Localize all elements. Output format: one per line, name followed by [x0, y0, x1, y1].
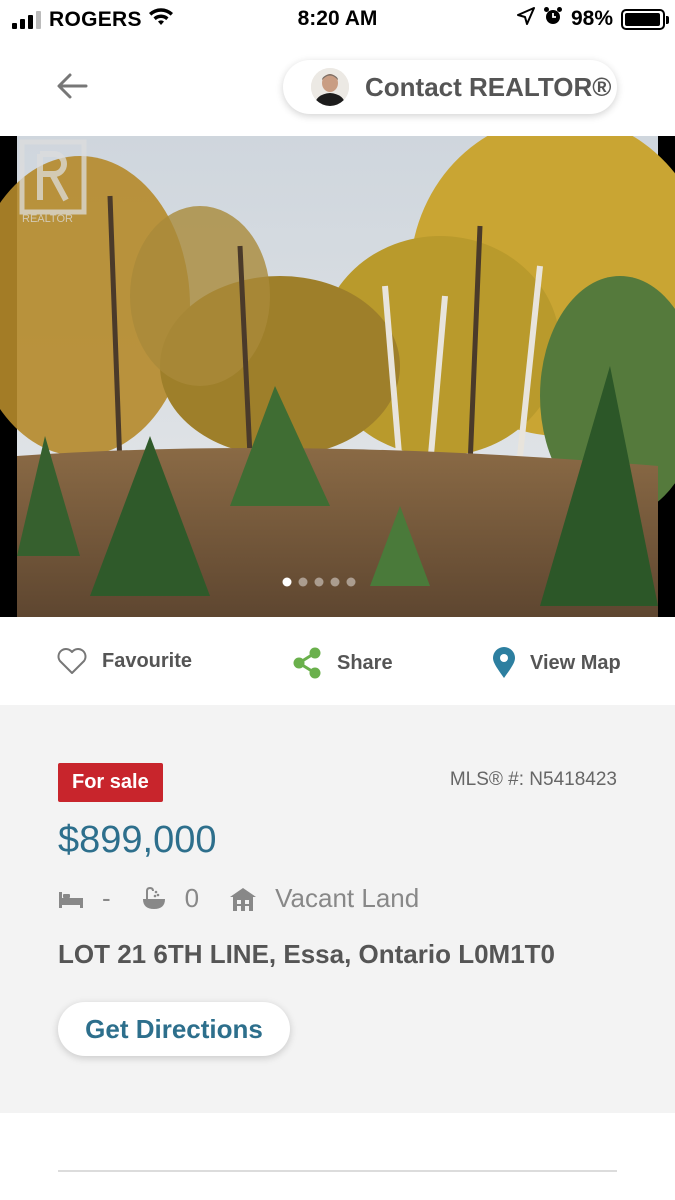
realtor-avatar	[311, 68, 349, 106]
status-badge: For sale	[58, 763, 163, 802]
battery-icon	[621, 8, 669, 30]
favourite-button[interactable]: Favourite	[56, 647, 192, 675]
listing-address: LOT 21 6TH LINE, Essa, Ontario L0M1T0	[58, 939, 556, 969]
favourite-label: Favourite	[102, 649, 193, 672]
battery-percent: 98%	[570, 7, 613, 30]
bedrooms-value: -	[102, 883, 111, 913]
carousel-dot[interactable]	[330, 577, 340, 587]
back-button[interactable]	[52, 66, 92, 106]
carousel-dot[interactable]	[314, 577, 324, 587]
listing-price: $899,000	[58, 819, 217, 861]
watermark-text: REALTOR	[22, 213, 73, 225]
arrow-left-icon	[57, 73, 88, 99]
contact-realtor-button[interactable]: Contact REALTOR®	[283, 60, 617, 114]
view-map-button[interactable]: View Map	[492, 647, 621, 679]
get-directions-button[interactable]: Get Directions	[58, 1002, 290, 1056]
status-bar: ROGERS 8:20 AM 98%	[0, 0, 675, 38]
action-bar: Favourite Share View Map	[0, 617, 675, 705]
bathtub-icon	[142, 886, 165, 909]
bed-icon	[59, 891, 83, 908]
status-right: 98%	[516, 6, 669, 32]
map-pin-icon	[493, 647, 515, 678]
heart-icon	[57, 648, 87, 674]
alarm-icon	[543, 6, 563, 32]
view-map-label: View Map	[530, 651, 621, 674]
property-type-value: Vacant Land	[275, 883, 420, 913]
listing-photo[interactable]: REALTOR	[0, 136, 675, 617]
building-icon	[230, 887, 257, 911]
location-arrow-icon	[516, 7, 535, 31]
share-icon	[293, 647, 321, 679]
contact-realtor-label: Contact REALTOR®	[365, 71, 612, 102]
mls-number: MLS® #: N5418423	[449, 769, 617, 790]
share-label: Share	[337, 651, 393, 674]
bathrooms-spec: 0	[141, 883, 199, 914]
property-type-spec: Vacant Land	[229, 883, 419, 914]
carousel-dot[interactable]	[282, 577, 292, 587]
bathrooms-value: 0	[184, 883, 200, 913]
carousel-dot[interactable]	[346, 577, 356, 587]
section-divider	[58, 1170, 617, 1172]
share-button[interactable]: Share	[291, 647, 393, 679]
listing-details: For sale MLS® #: N5418423 $899,000 - 0 V…	[0, 705, 675, 1113]
top-header: Contact REALTOR®	[0, 38, 675, 136]
listing-specs: - 0 Vacant Land	[58, 883, 449, 914]
carousel-dot[interactable]	[298, 577, 308, 587]
bedrooms-spec: -	[58, 883, 111, 914]
